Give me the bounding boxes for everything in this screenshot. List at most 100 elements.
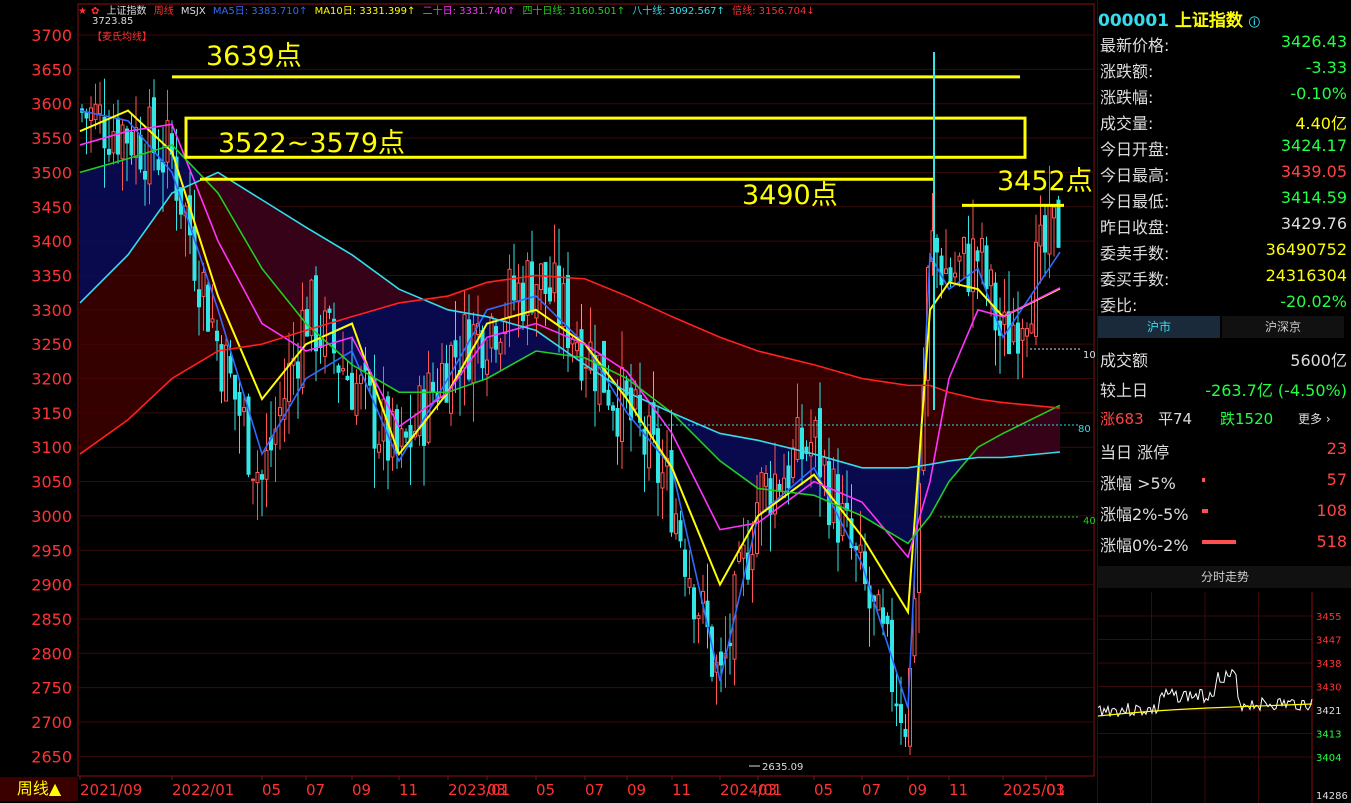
y-tick-label: 2700: [31, 713, 72, 732]
candle-body: [948, 267, 953, 282]
candle-body: [759, 472, 764, 513]
candle-body: [561, 283, 566, 327]
x-tick-label: 03: [487, 781, 506, 799]
ma20-value: 二十日: 3331.740↑: [422, 6, 516, 17]
y-tick-label: 2950: [31, 541, 72, 560]
marker-40-label: 40: [1083, 516, 1096, 527]
quote-value: 3414.59: [1280, 188, 1347, 207]
candle-body: [633, 389, 638, 410]
quote-label: 昨日收盘:: [1100, 218, 1170, 237]
quote-row: 今日开盘: 3424.17: [1098, 133, 1351, 159]
candle-body: [354, 382, 359, 416]
y-tick-label: 3650: [31, 60, 72, 79]
candle-body: [525, 260, 530, 316]
x-tick-label: 05: [536, 781, 555, 799]
x-tick-label: 03: [758, 781, 777, 799]
candle-body: [1056, 199, 1061, 248]
tab-hushenjing[interactable]: 沪深京: [1222, 316, 1344, 338]
kline-chart-panel[interactable]: 2650 2700 2750 2800 2850 2900 2950 3000 3050 3100…: [0, 0, 1096, 803]
gain25-label: 涨幅2%-5%: [1100, 505, 1189, 524]
candle-body: [530, 261, 534, 313]
compare-value: -263.7亿 (-4.50%): [1205, 381, 1347, 400]
candle-body: [719, 651, 723, 666]
gain02-row: 涨幅0%-2% 518: [1098, 529, 1351, 555]
gain25-bar: [1202, 509, 1208, 513]
candle-body: [431, 381, 435, 394]
candle-body: [512, 275, 516, 301]
y-tick-label: 3200: [31, 370, 72, 389]
turnover-value: 5600亿: [1290, 351, 1347, 370]
quote-row: 昨日收盘: 3429.76: [1098, 211, 1351, 237]
intraday-price-tick: 3404: [1316, 753, 1341, 764]
quote-row: 成交量: 4.40亿: [1098, 107, 1351, 133]
gain25-row: 涨幅2%-5% 108: [1098, 498, 1351, 524]
x-tick-label: 2021/09: [80, 781, 142, 799]
quote-value: 3439.05: [1280, 162, 1347, 181]
quote-row: 今日最高: 3439.05: [1098, 159, 1351, 185]
quote-row: 涨跌幅: -0.10%: [1098, 81, 1351, 107]
info-icon[interactable]: ⓘ: [1249, 16, 1260, 29]
star-icon[interactable]: ★: [78, 6, 87, 17]
candle-body: [1038, 224, 1043, 247]
candle-body: [1043, 215, 1047, 253]
candle-body: [201, 271, 206, 298]
x-tick-label: 09: [908, 781, 927, 799]
candle-body: [939, 255, 944, 286]
candle-body: [233, 374, 237, 400]
candle-body: [1029, 323, 1034, 334]
quote-label: 最新价格:: [1100, 36, 1170, 55]
intraday-volume-label: 14286: [1316, 791, 1348, 802]
intraday-price-tick: 3438: [1316, 659, 1341, 670]
quote-value: -20.02%: [1280, 292, 1347, 311]
candle-body: [116, 117, 120, 155]
candle-body: [575, 342, 579, 352]
candle-body: [165, 120, 170, 163]
y-tick-label: 2750: [31, 679, 72, 698]
chart-period: 周线: [153, 6, 174, 17]
candle-body: [399, 428, 404, 447]
period-switch-button[interactable]: 周线▲: [0, 777, 78, 801]
y-tick-label: 3400: [31, 232, 72, 251]
candle-body: [278, 407, 282, 417]
candle-body: [800, 427, 804, 460]
candle-body: [831, 468, 836, 524]
y-tick-label: 2900: [31, 576, 72, 595]
y-tick-label: 3500: [31, 163, 72, 182]
candle-body: [813, 419, 818, 438]
y-tick-label: 3150: [31, 404, 72, 423]
quote-row: 今日最低: 3414.59: [1098, 185, 1351, 211]
candle-body: [228, 356, 233, 374]
quote-value: 36490752: [1265, 240, 1347, 259]
candle-body: [404, 431, 408, 438]
candle-body: [242, 406, 246, 412]
quote-panel: 000001 上证指数 ⓘ 最新价格: 3426.43 涨跌额: -3.33 涨跌幅: -…: [1097, 0, 1351, 803]
candle-body: [768, 478, 773, 515]
intraday-title[interactable]: 分时走势: [1098, 566, 1351, 588]
stock-name: 上证指数: [1174, 11, 1243, 31]
candle-body: [467, 319, 471, 380]
tab-shanghai[interactable]: 沪市: [1098, 316, 1220, 338]
annotation-label-3639: 3639点: [206, 41, 302, 72]
y-tick-label: 3250: [31, 335, 72, 354]
y-tick-label: 3700: [31, 26, 72, 45]
compare-label: 较上日: [1100, 381, 1149, 400]
candle-body: [881, 607, 885, 624]
candle-body: [876, 594, 881, 611]
chart-header: ★ ✿ 上证指数 周线 MSJX MA5日: 3383.710↑ MA10日: 3…: [78, 2, 819, 18]
gain5-label: 涨幅 >5%: [1100, 474, 1176, 493]
indicator-name: MSJX: [180, 6, 206, 17]
candle-body: [557, 265, 561, 325]
gain5-value: 57: [1326, 470, 1347, 489]
y-tick-label: 3000: [31, 507, 72, 526]
x-tick-label: 09: [352, 781, 371, 799]
candle-body: [660, 472, 665, 489]
candle-body: [975, 250, 980, 262]
candle-body: [548, 287, 552, 302]
kline-chart[interactable]: 2650 2700 2750 2800 2850 2900 2950 3000 3050 3100…: [0, 0, 1096, 803]
candle-body: [521, 282, 525, 322]
quote-value: 24316304: [1265, 266, 1347, 285]
more-link[interactable]: 更多 ›: [1298, 410, 1331, 427]
candle-body: [687, 578, 692, 588]
candle-body: [818, 408, 822, 478]
intraday-chart[interactable]: 3455 3447 3438 3430 3421 3413 3404 14286: [1098, 592, 1351, 803]
